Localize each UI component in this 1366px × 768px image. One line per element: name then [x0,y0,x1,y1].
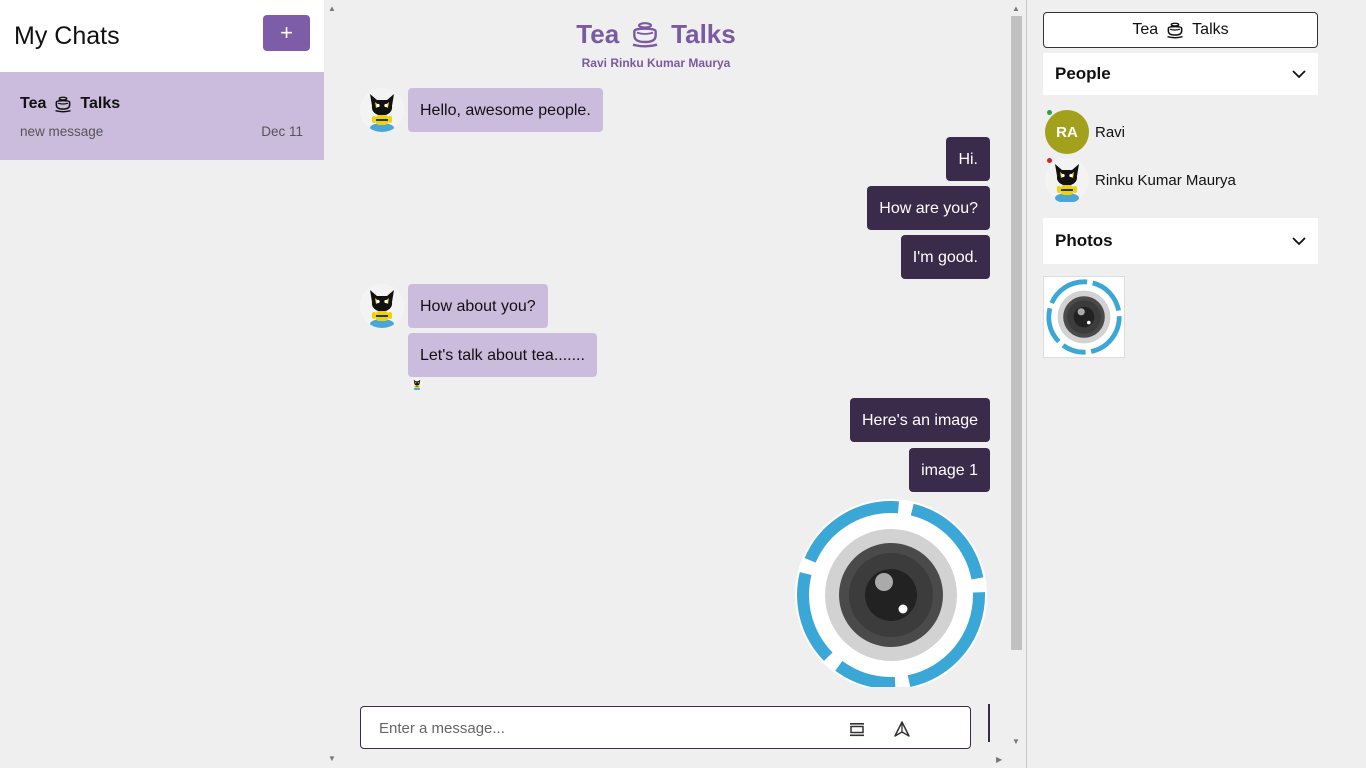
chat-list-sidebar: My Chats + Tea Talks new message Dec 11 … [0,0,341,768]
chat-list-scrollbar[interactable]: ▲ ▼ [324,0,341,768]
new-chat-button[interactable]: + [263,15,310,51]
sender-avatar[interactable] [360,88,404,132]
chat-members: Ravi Rinku Kumar Maurya [581,56,731,70]
message-bubble-outgoing: image 1 [909,448,990,492]
message-bubble-outgoing: How are you? [867,186,990,230]
person-row[interactable]: Rinku Kumar Maurya [1045,158,1236,202]
chevron-down-icon[interactable] [1292,235,1306,247]
chat-window: Tea Talks Ravi Rinku Kumar Maurya Hello,… [342,0,1025,768]
tea-cup-icon [53,94,73,114]
read-receipt-avatar [411,378,423,390]
chat-title: Tea Talks [342,18,970,50]
person-name: Ravi [1095,123,1126,141]
scroll-right-arrow[interactable]: ▶ [996,755,1002,764]
tea-cup-icon [1165,20,1185,40]
group-name-right: Talks [1192,21,1229,38]
photos-panel-title: Photos [1055,231,1113,250]
send-icon[interactable] [892,719,912,739]
chat-item-name: Tea Talks [20,94,120,114]
message-bubble-outgoing: I'm good. [900,235,990,279]
chevron-down-icon[interactable] [1292,68,1306,80]
messages-scrollbar[interactable]: ▲ ▼ [1008,0,1025,752]
message-image[interactable] [791,495,991,687]
chat-list-header: My Chats + [0,0,324,72]
composer-divider [988,704,990,742]
person-avatar-wrap [1045,158,1089,202]
horizontal-scrollbar[interactable]: ▶ [342,752,1008,768]
photo-thumbnail[interactable] [1043,276,1125,358]
chat-item-name-prefix: Tea [20,95,47,112]
person-name: Rinku Kumar Maurya [1095,171,1236,189]
group-name-button[interactable]: Tea Talks [1043,12,1318,48]
offline-status-dot [1047,158,1052,163]
message-bubble-incoming: Hello, awesome people. [408,88,603,132]
camera-image [1044,277,1124,357]
tea-cup-icon [629,18,661,50]
photos-panel-header[interactable]: Photos [1043,218,1318,264]
chat-list-title: My Chats [14,22,120,50]
people-panel-title: People [1055,64,1111,83]
sender-avatar[interactable] [360,284,404,328]
avatar: RA [1045,110,1089,154]
details-sidebar: Tea Talks People RA Ravi Rinku Kumar Mau… [1026,0,1366,768]
avatar [1045,158,1089,202]
chat-title-left: Tea [576,18,620,49]
message-input[interactable] [379,717,819,739]
chat-list-item[interactable]: Tea Talks new message Dec 11 [0,72,324,160]
message-bubble-outgoing: Here's an image [850,398,990,442]
scroll-up-arrow[interactable]: ▲ [328,4,336,13]
attachment-icon[interactable] [847,719,867,739]
scroll-down-arrow[interactable]: ▼ [328,754,336,763]
chat-item-preview: new message [20,124,104,139]
chat-item-name-suffix: Talks [80,95,121,112]
scrollbar-thumb[interactable] [1011,16,1022,650]
message-bubble-incoming: How about you? [408,284,548,328]
people-panel-header[interactable]: People [1043,53,1318,95]
chat-title-right: Talks [671,18,736,49]
person-avatar-wrap: RA [1045,110,1089,154]
message-bubble-incoming: Let's talk about tea....... [408,333,597,377]
group-name-left: Tea [1132,21,1159,38]
message-bubble-outgoing: Hi. [946,137,990,181]
person-row[interactable]: RA Ravi [1045,110,1125,154]
scroll-down-arrow[interactable]: ▼ [1012,737,1020,746]
online-status-dot [1047,110,1052,115]
camera-image [791,495,991,687]
message-composer [360,706,971,749]
chat-item-date: Dec 11 [261,124,303,139]
scroll-up-arrow[interactable]: ▲ [1012,4,1020,13]
